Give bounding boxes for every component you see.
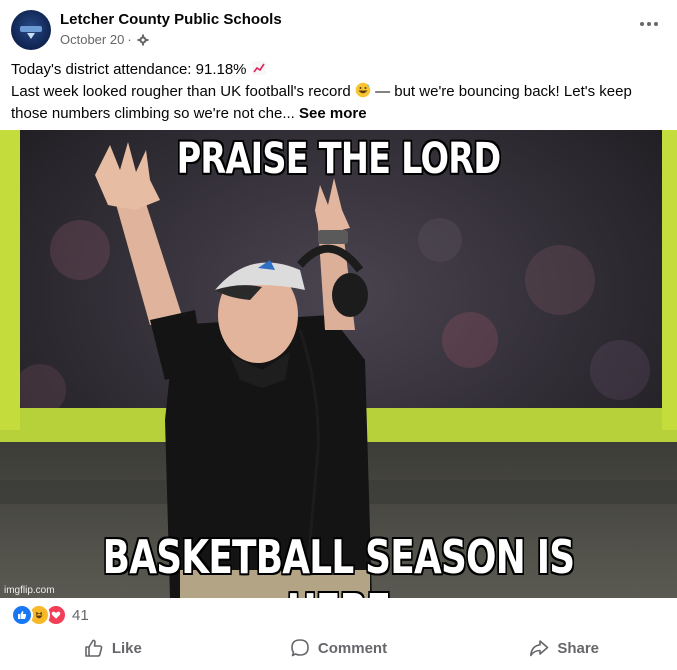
caption-text-2b: — but we're bouncing back! Let's keep xyxy=(375,83,632,100)
page-avatar[interactable] xyxy=(11,10,51,50)
see-more-link[interactable]: See more xyxy=(299,105,367,122)
comment-label: Comment xyxy=(317,639,388,657)
more-horizontal-icon xyxy=(640,22,644,26)
post-caption: Today's district attendance: 91.18% Last… xyxy=(11,60,661,124)
meme-photo xyxy=(0,130,677,598)
like-icon xyxy=(11,604,33,626)
caption-line-2: Last week looked rougher than UK footbal… xyxy=(11,82,661,104)
imgflip-watermark: imgflip.com xyxy=(4,585,55,596)
caption-line-1: Today's district attendance: 91.18% xyxy=(11,60,661,82)
caption-line-3: those numbers climbing so we're not che.… xyxy=(11,104,661,124)
comment-button[interactable]: Comment xyxy=(226,630,452,666)
share-button[interactable]: Share xyxy=(451,630,677,666)
caption-text-2a: Last week looked rougher than UK footbal… xyxy=(11,83,351,100)
meme-bottom-text: BASKETBALL SEASON IS HERE xyxy=(102,530,575,598)
post-meta: October 20 · xyxy=(60,32,149,47)
share-icon xyxy=(529,638,549,658)
logo-chevron-icon xyxy=(27,33,35,39)
meme-top-text: PRAISE THE LORD xyxy=(176,134,502,184)
comment-icon xyxy=(290,638,310,658)
share-label: Share xyxy=(557,639,600,657)
meta-separator: · xyxy=(127,32,132,47)
reaction-count[interactable]: 41 xyxy=(72,607,89,624)
thumbs-up-icon xyxy=(84,638,104,658)
reaction-summary[interactable]: 41 xyxy=(11,604,89,626)
facebook-post: Letcher County Public Schools October 20… xyxy=(0,0,677,670)
more-options-button[interactable] xyxy=(637,14,661,34)
like-button[interactable]: Like xyxy=(0,630,226,666)
post-date[interactable]: October 20 xyxy=(60,32,124,47)
post-image[interactable]: PRAISE THE LORD BASKETBALL SEASON IS HER… xyxy=(0,130,677,598)
post-header: Letcher County Public Schools October 20… xyxy=(0,0,677,56)
caption-text-3: those numbers climbing so we're not che.… xyxy=(11,105,295,122)
caption-text-1: Today's district attendance: 91.18% xyxy=(11,61,247,78)
like-label: Like xyxy=(111,639,142,657)
gear-icon[interactable] xyxy=(137,34,149,46)
more-dot xyxy=(654,22,658,26)
post-actions-bar: Like Comment Share xyxy=(0,630,677,666)
logo-wave-icon xyxy=(20,26,42,32)
more-dot xyxy=(647,22,651,26)
grinning-sweat-icon xyxy=(355,82,371,104)
page-name-link[interactable]: Letcher County Public Schools xyxy=(60,11,282,28)
chart-increasing-icon xyxy=(251,60,267,82)
